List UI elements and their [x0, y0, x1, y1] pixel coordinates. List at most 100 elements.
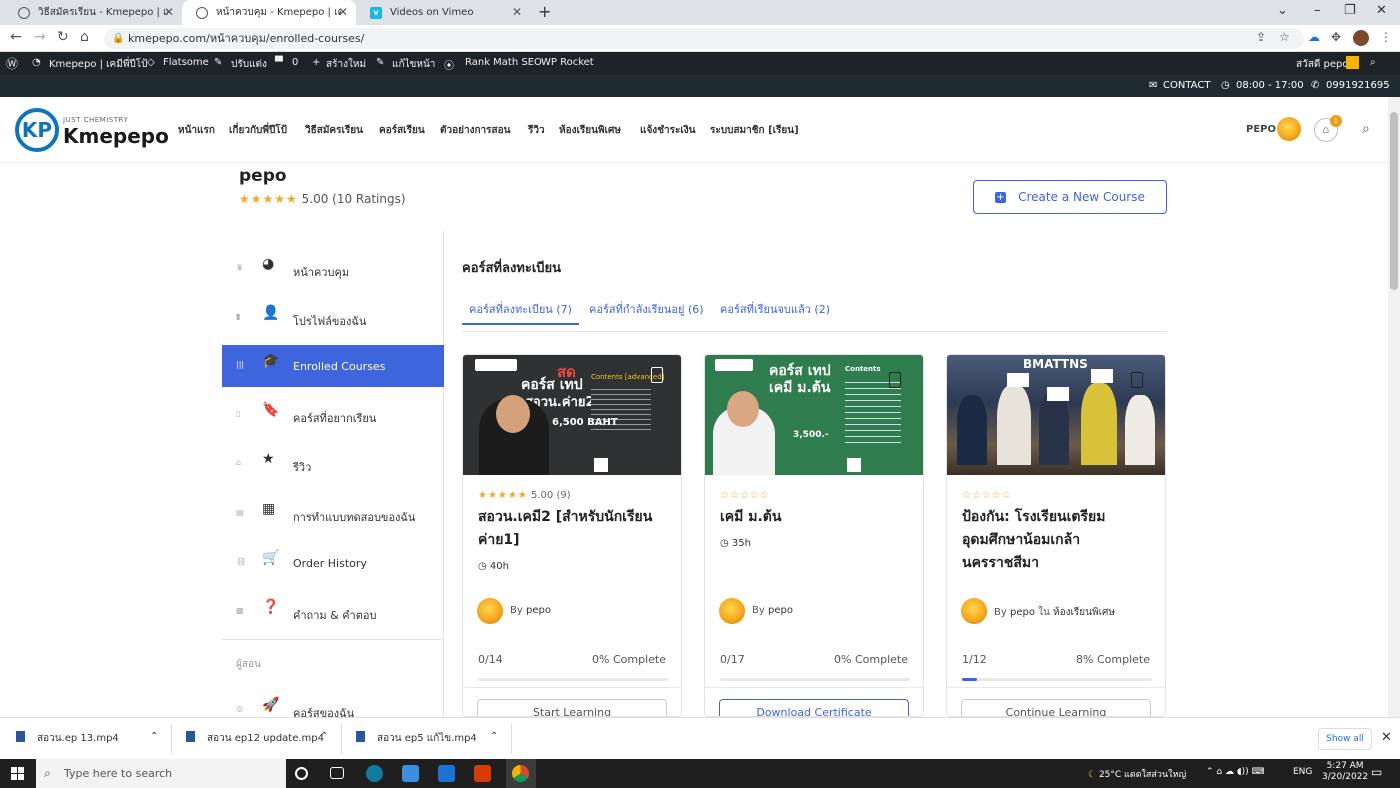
- bookmark-star-icon[interactable]: ☆: [1279, 30, 1290, 44]
- continue-learning-button[interactable]: Continue Learning: [961, 699, 1151, 716]
- course-thumbnail[interactable]: BMATTNS: [947, 355, 1165, 475]
- mail-icon[interactable]: [438, 765, 455, 782]
- wp-search-icon[interactable]: ⌕: [1370, 57, 1376, 68]
- course-card[interactable]: BMATTNS ☆☆☆☆☆ ป้องกัน: โรงเรียนเตรียมอุด…: [946, 354, 1166, 717]
- sidebar-item-quiz-attempts[interactable]: ▤ ▦ การทำแบบทดสอบของฉัน: [222, 493, 444, 535]
- wp-seo-link[interactable]: Rank Math SEO: [465, 57, 542, 68]
- browser-menu-icon[interactable]: ⋮: [1380, 30, 1392, 44]
- restore-icon[interactable]: ❐: [1344, 3, 1356, 18]
- logo-text[interactable]: Kmepepo: [63, 124, 169, 148]
- nav-special-class[interactable]: ห้องเรียนพิเศษ: [559, 123, 621, 138]
- download-item[interactable]: สอวน ep12 update.mp4: [186, 731, 324, 746]
- home-icon[interactable]: ⌂: [80, 29, 89, 45]
- edge-icon[interactable]: [366, 765, 383, 782]
- course-card[interactable]: คอร์ส เทป เคมี ม.ต้น Contents 3,500.- ☆☆…: [704, 354, 924, 717]
- url-field[interactable]: 🔒 kmepepo.com/หน้าควบคุม/enrolled-course…: [104, 28, 1304, 49]
- wp-flatsome-link[interactable]: Flatsome: [163, 57, 209, 68]
- browser-tab-2[interactable]: หน้าควบคุม - Kmepepo | เคมีพี่ปีโป้ ✕: [182, 0, 356, 25]
- chevron-up-icon[interactable]: ⌃: [150, 731, 158, 742]
- course-thumbnail[interactable]: สด คอร์ส เทป สอวน.ค่าย2 Contents [advanc…: [463, 355, 681, 475]
- nav-home[interactable]: หน้าแรก: [178, 123, 215, 138]
- chevron-up-icon[interactable]: ⌃: [320, 731, 328, 742]
- nav-courses[interactable]: คอร์สเรียน: [379, 123, 425, 138]
- wordpress-icon[interactable]: Ⓦ: [6, 55, 18, 72]
- weather-widget[interactable]: ☾ 25°C แดดใสส่วนใหญ่: [1088, 767, 1186, 781]
- extensions-icon[interactable]: ✥: [1331, 30, 1341, 44]
- sidebar-item-wishlist[interactable]: ▯ 🔖 คอร์สที่อยากเรียน: [222, 394, 444, 436]
- tab-completed[interactable]: คอร์สที่เรียนจบแล้ว (2): [720, 300, 830, 318]
- phone-number[interactable]: 0991921695: [1326, 80, 1390, 91]
- chevron-up-icon[interactable]: ⌃: [490, 731, 498, 742]
- profile-avatar[interactable]: [1353, 30, 1369, 46]
- clock[interactable]: 5:27 AM 3/20/2022: [1322, 761, 1368, 782]
- download-item[interactable]: สอวน ep5 แก้ไข.mp4: [356, 731, 477, 746]
- store-icon[interactable]: [402, 765, 419, 782]
- tray-icons[interactable]: ⌃ ⌂ ☁ ◖)) ⌨: [1206, 767, 1264, 777]
- nav-sample-teaching[interactable]: ตัวอย่างการสอน: [440, 123, 510, 138]
- wp-site-link[interactable]: Kmepepo | เคมีพี่ปีโป้: [49, 57, 148, 72]
- wp-user-avatar[interactable]: [1346, 56, 1359, 69]
- nav-payment[interactable]: แจ้งชำระเงิน: [640, 123, 695, 138]
- wp-customize-link[interactable]: ปรับแต่ง: [231, 57, 267, 72]
- cortana-icon[interactable]: [295, 767, 308, 780]
- close-tab-icon[interactable]: ✕: [338, 5, 348, 19]
- bookmark-icon[interactable]: [651, 367, 663, 383]
- scrollbar-thumb[interactable]: [1390, 112, 1398, 290]
- task-view-icon[interactable]: [330, 767, 344, 779]
- sidebar-item-enrolled-courses[interactable]: ||| 🎓 Enrolled Courses: [222, 345, 444, 387]
- taskbar-search-input[interactable]: ⌕ Type here to search: [36, 759, 286, 788]
- chrome-icon[interactable]: [512, 765, 529, 782]
- cloud-extension-icon[interactable]: ☁: [1308, 30, 1320, 44]
- nav-reviews[interactable]: รีวิว: [528, 123, 545, 138]
- account-avatar[interactable]: [1277, 117, 1301, 141]
- office-icon[interactable]: [474, 765, 491, 782]
- close-tab-icon[interactable]: ✕: [512, 5, 522, 19]
- course-card[interactable]: สด คอร์ส เทป สอวน.ค่าย2 Contents [advanc…: [462, 354, 682, 717]
- nav-about[interactable]: เกี่ยวกับพี่ปีโป้: [229, 123, 287, 138]
- wp-edit-link[interactable]: แก้ไขหน้า: [392, 57, 435, 72]
- bookmark-icon[interactable]: [889, 372, 901, 388]
- nav-how-to-register[interactable]: วิธีสมัครเรียน: [305, 123, 363, 138]
- tab-search-icon[interactable]: ⌄: [1277, 3, 1288, 18]
- language-indicator[interactable]: ENG: [1293, 767, 1312, 777]
- course-thumbnail[interactable]: คอร์ส เทป เคมี ม.ต้น Contents 3,500.-: [705, 355, 923, 475]
- browser-tab-3[interactable]: v Videos on Vimeo ✕: [356, 0, 530, 25]
- nav-member-system[interactable]: ระบบสมาชิก [เรียน]: [710, 123, 799, 138]
- show-all-button[interactable]: Show all: [1318, 728, 1372, 750]
- close-icon[interactable]: ✕: [1381, 730, 1392, 745]
- wp-comments-count[interactable]: 0: [292, 57, 298, 68]
- wp-rocket-link[interactable]: WP Rocket: [541, 57, 594, 68]
- tab-enrolled[interactable]: คอร์สที่ลงทะเบียน (7): [469, 300, 572, 318]
- start-learning-button[interactable]: Start Learning: [477, 699, 667, 716]
- notification-icon[interactable]: ▭: [1371, 765, 1382, 779]
- account-name[interactable]: PEPO: [1246, 124, 1276, 135]
- windows-start-icon[interactable]: [11, 767, 24, 780]
- search-icon[interactable]: ⌕: [1362, 121, 1370, 137]
- contact-link[interactable]: CONTACT: [1163, 80, 1210, 91]
- sidebar-item-order-history[interactable]: ⛓ 🛒 Order History: [222, 542, 444, 584]
- download-item[interactable]: สอวน.ep 13.mp4: [16, 731, 119, 746]
- sidebar-item-qa[interactable]: ▩ ❓ คำถาม & คำตอบ: [222, 591, 444, 633]
- wp-new-link[interactable]: สร้างใหม่: [326, 57, 366, 72]
- new-tab-icon[interactable]: +: [538, 2, 551, 21]
- sidebar-item-reviews[interactable]: ⌂ ★ รีวิว: [222, 443, 444, 485]
- share-icon[interactable]: ⇪: [1256, 30, 1266, 44]
- reload-icon[interactable]: ↻: [57, 29, 69, 45]
- sidebar-item-dashboard[interactable]: ♛ ◕ หน้าควบคุม: [222, 248, 444, 290]
- download-certificate-button[interactable]: Download Certificate: [719, 699, 909, 716]
- window-close-icon[interactable]: ✕: [1376, 3, 1387, 18]
- close-tab-icon[interactable]: ✕: [164, 5, 174, 19]
- wp-greeting[interactable]: สวัสดี pepo: [1296, 57, 1348, 72]
- course-title[interactable]: เคมี ม.ต้น: [720, 506, 915, 529]
- minimize-icon[interactable]: –: [1314, 3, 1321, 18]
- create-course-button[interactable]: + Create a New Course: [973, 180, 1167, 214]
- back-icon[interactable]: ←: [10, 29, 22, 45]
- course-title[interactable]: สอวน.เคมี2 [สำหรับนักเรียนค่าย1]: [478, 506, 673, 552]
- bookmark-icon[interactable]: [1131, 372, 1143, 388]
- logo-icon[interactable]: KP: [15, 108, 59, 152]
- tab-active[interactable]: คอร์สที่กำลังเรียนอยู่ (6): [589, 300, 704, 318]
- sidebar-item-profile[interactable]: ▮ 👤 โปรไฟล์ของฉัน: [222, 297, 444, 339]
- browser-tab-1[interactable]: วิธีสมัครเรียน - Kmepepo | เคมีพี่ปีโป้ …: [4, 0, 182, 25]
- course-title[interactable]: ป้องกัน: โรงเรียนเตรียมอุดมศึกษาน้อมเกล้…: [962, 506, 1157, 575]
- forward-icon[interactable]: →: [34, 29, 46, 45]
